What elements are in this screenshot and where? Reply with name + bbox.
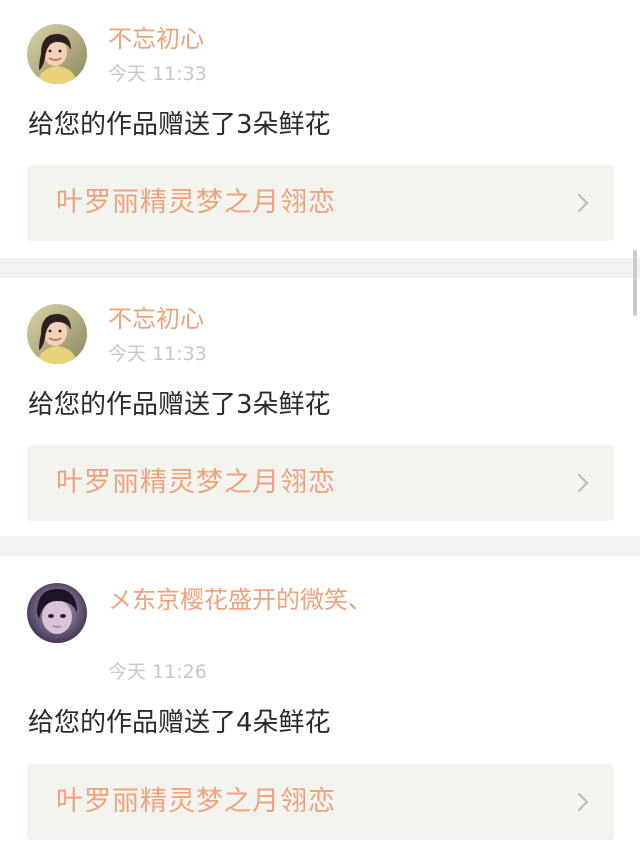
timestamp: 今天 11:33 — [108, 63, 207, 85]
work-title: 叶罗丽精灵梦之月翎恋 — [56, 187, 336, 218]
username[interactable]: 不忘初心 — [108, 304, 204, 334]
gift-message: 给您的作品赠送了3朵鲜花 — [28, 110, 331, 140]
avatar[interactable] — [27, 24, 87, 84]
gift-notification-feed: 不忘初心 今天 11:33 给您的作品赠送了3朵鲜花 叶罗丽精灵梦之月翎恋 不忘… — [0, 0, 640, 853]
work-link-button[interactable]: 叶罗丽精灵梦之月翎恋 — [27, 165, 614, 241]
list-item: メ东京樱花盛开的微笑、 今天 11:26 给您的作品赠送了4朵鲜花 叶罗丽精灵梦… — [0, 556, 640, 853]
avatar-photo-icon — [27, 583, 87, 643]
avatar[interactable] — [27, 304, 87, 364]
avatar[interactable] — [27, 583, 87, 643]
work-link-button[interactable]: 叶罗丽精灵梦之月翎恋 — [27, 445, 614, 521]
username[interactable]: 不忘初心 — [108, 24, 204, 54]
list-item: 不忘初心 今天 11:33 给您的作品赠送了3朵鲜花 叶罗丽精灵梦之月翎恋 — [0, 278, 640, 536]
work-link-button[interactable]: 叶罗丽精灵梦之月翎恋 — [27, 764, 614, 840]
avatar-photo-icon — [27, 24, 87, 84]
chevron-right-icon — [578, 474, 589, 492]
scrollbar[interactable] — [633, 250, 637, 316]
gift-message: 给您的作品赠送了4朵鲜花 — [28, 708, 331, 738]
work-title: 叶罗丽精灵梦之月翎恋 — [56, 467, 336, 498]
chevron-right-icon — [578, 194, 589, 212]
avatar-photo-icon — [27, 304, 87, 364]
chevron-right-icon — [578, 793, 589, 811]
item-separator — [0, 258, 640, 278]
username[interactable]: メ东京樱花盛开的微笑、 — [108, 584, 378, 617]
timestamp: 今天 11:26 — [108, 661, 207, 683]
list-item: 不忘初心 今天 11:33 给您的作品赠送了3朵鲜花 叶罗丽精灵梦之月翎恋 — [0, 0, 640, 258]
work-title: 叶罗丽精灵梦之月翎恋 — [56, 786, 336, 817]
timestamp: 今天 11:33 — [108, 343, 207, 365]
gift-message: 给您的作品赠送了3朵鲜花 — [28, 390, 331, 420]
item-separator — [0, 536, 640, 556]
